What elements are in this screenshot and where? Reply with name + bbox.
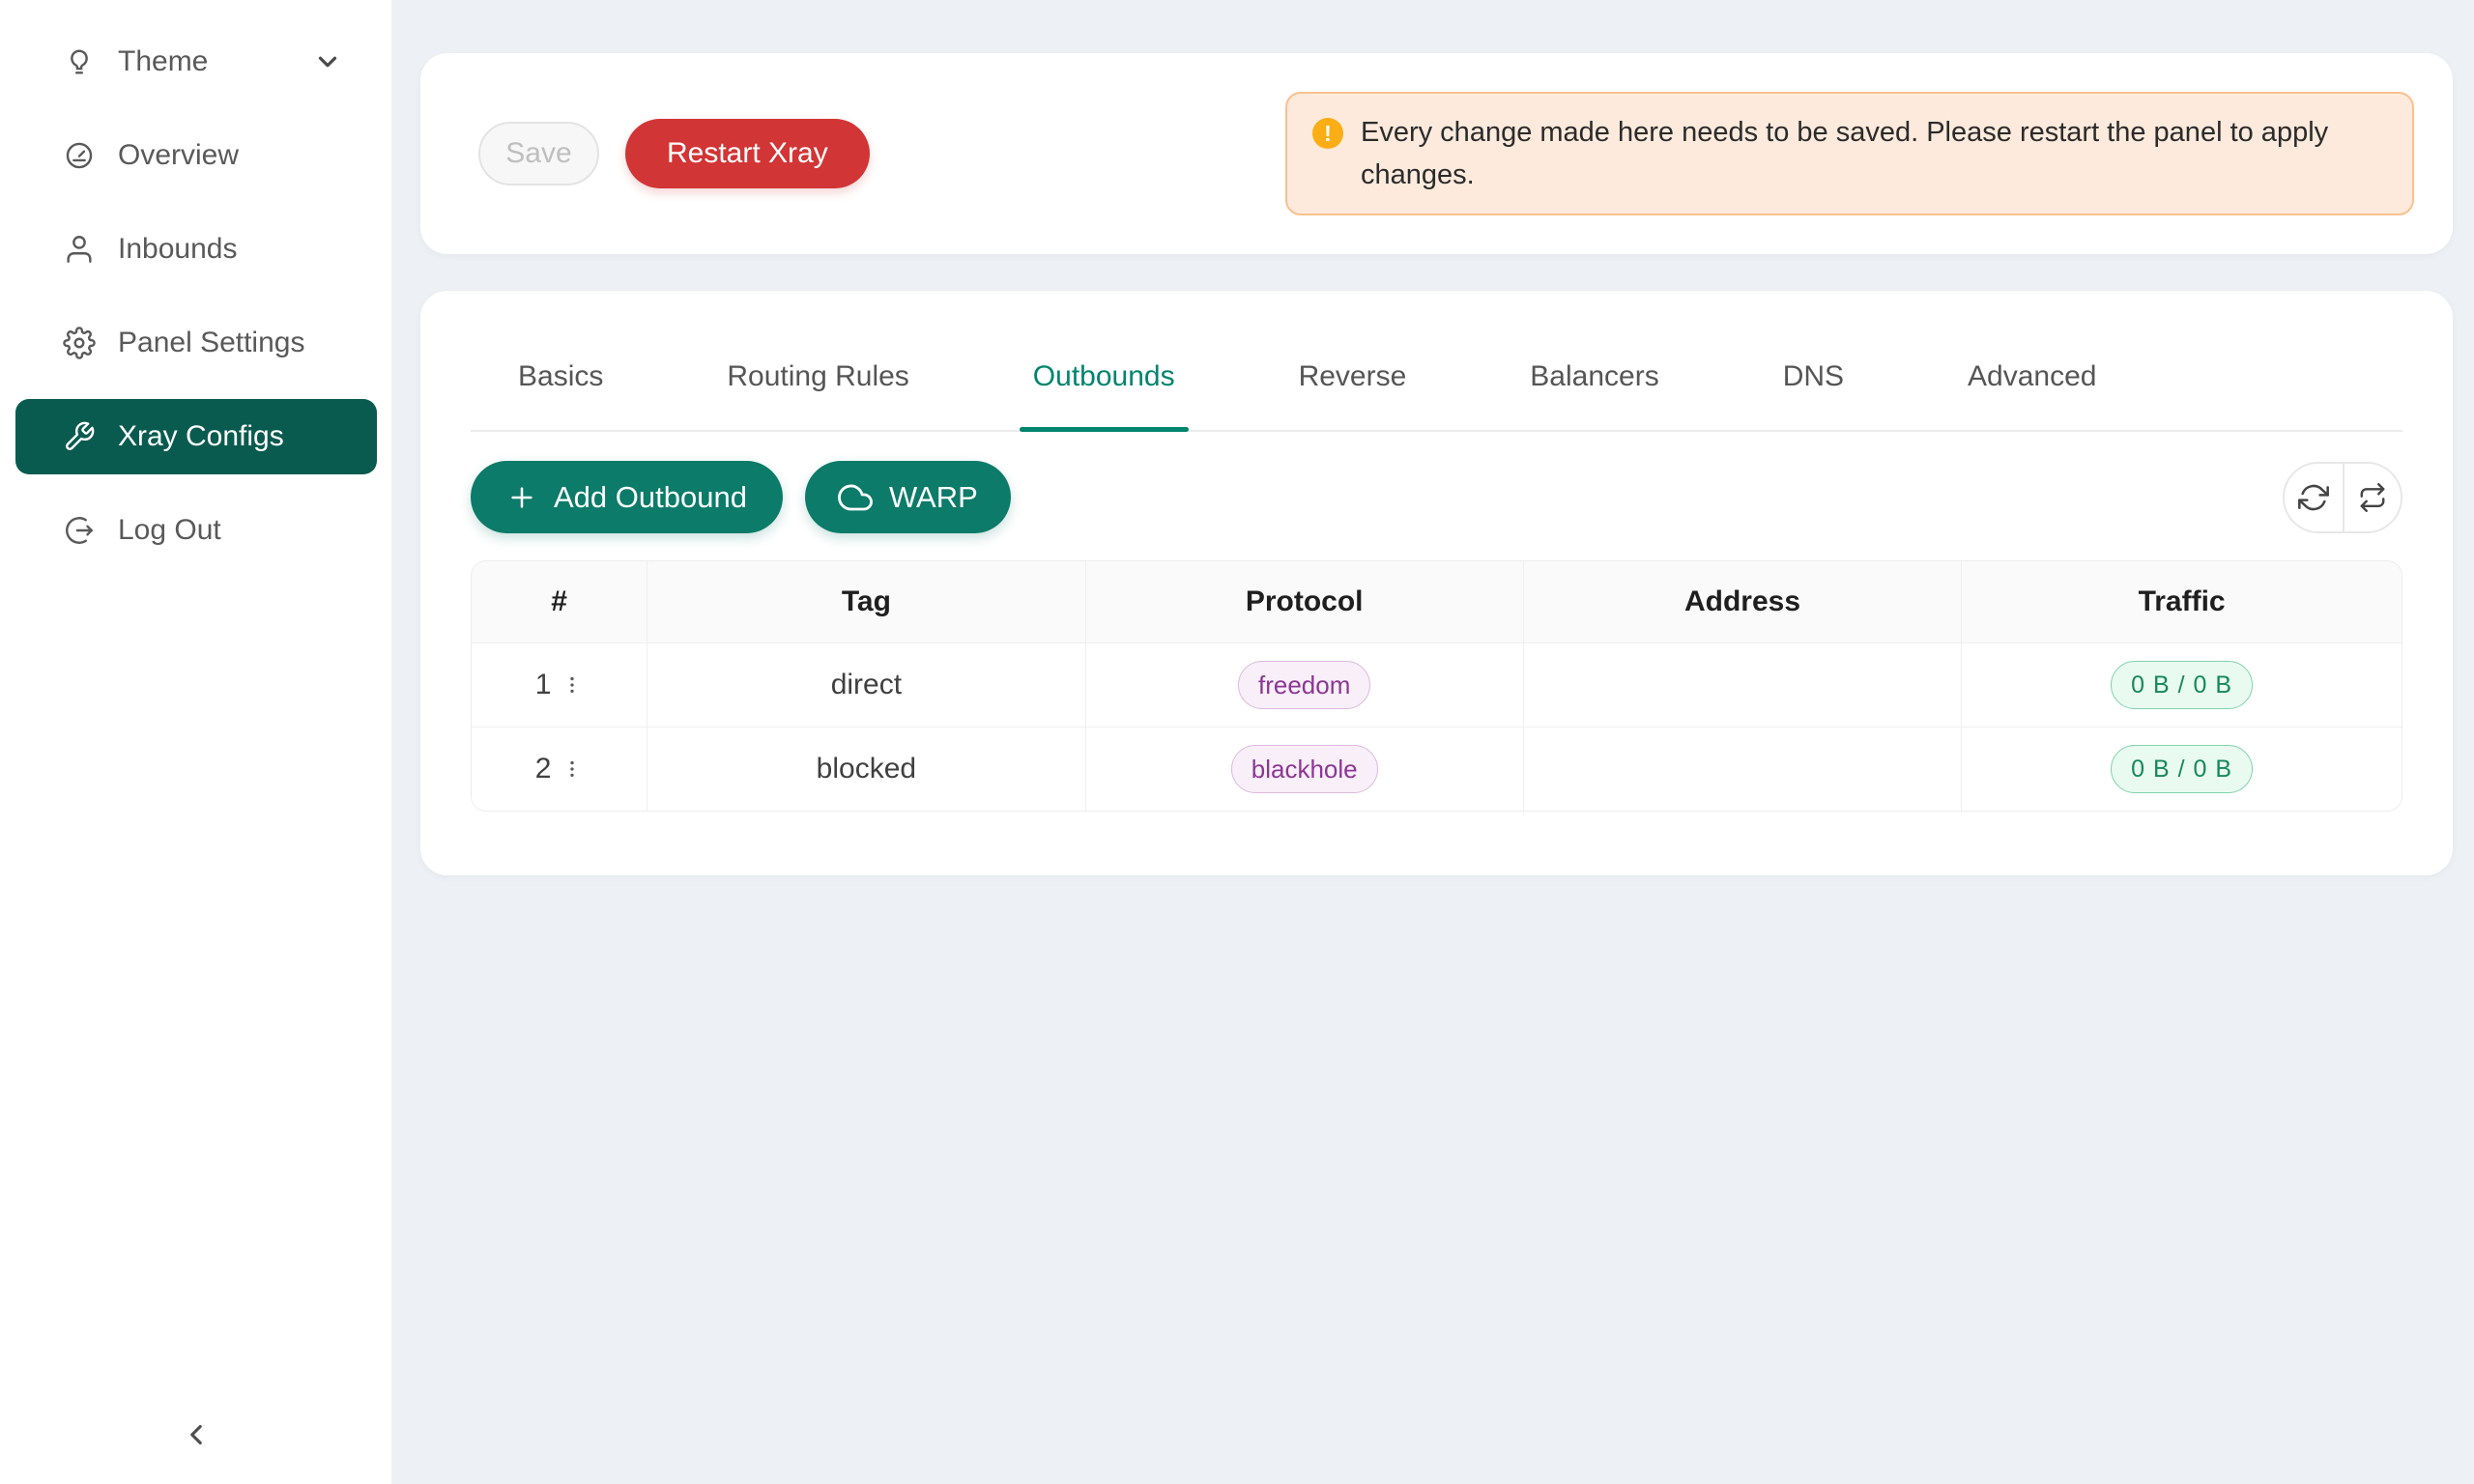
logout-icon: [63, 514, 96, 547]
traffic-badge: 0 B / 0 B: [2111, 661, 2253, 709]
column-header-address: Address: [1523, 561, 1961, 642]
kebab-icon: [561, 672, 583, 698]
add-outbound-label: Add Outbound: [554, 480, 747, 515]
tab-balancers[interactable]: Balancers: [1516, 360, 1672, 430]
sidebar-item-xray-configs[interactable]: Xray Configs: [15, 399, 377, 474]
main-content: Save Restart Xray ! Every change made he…: [391, 0, 2474, 1484]
kebab-icon: [561, 756, 583, 782]
sidebar-item-overview[interactable]: Overview: [15, 118, 377, 193]
warp-button[interactable]: WARP: [805, 461, 1011, 533]
cell-address: [1523, 727, 1961, 811]
cell-tag: direct: [647, 642, 1085, 727]
tab-dns[interactable]: DNS: [1769, 360, 1857, 430]
row-menu-button[interactable]: [561, 672, 583, 698]
wrench-icon: [63, 420, 96, 453]
xray-configs-card: Basics Routing Rules Outbounds Reverse B…: [420, 291, 2453, 875]
sidebar-item-theme[interactable]: Theme: [15, 24, 377, 100]
repeat-button[interactable]: [2343, 464, 2401, 531]
cell-address: [1523, 642, 1961, 727]
repeat-icon: [2358, 483, 2387, 512]
table-row: 2 blocked blackhole 0 B / 0 B: [472, 727, 2402, 811]
column-header-traffic: Traffic: [1962, 561, 2402, 642]
row-index: 2: [535, 753, 552, 785]
sidebar: Theme Overview Inbounds Panel Settings X…: [0, 0, 391, 1484]
sidebar-item-log-out[interactable]: Log Out: [15, 493, 377, 568]
sidebar-item-inbounds[interactable]: Inbounds: [15, 212, 377, 287]
table-tools-group: [2283, 462, 2402, 533]
sidebar-item-label: Inbounds: [118, 233, 237, 266]
protocol-badge: freedom: [1238, 661, 1370, 709]
restart-xray-button[interactable]: Restart Xray: [625, 119, 870, 188]
alert-text: Every change made here needs to be saved…: [1361, 111, 2387, 196]
cell-tag: blocked: [647, 727, 1085, 811]
table-header-row: # Tag Protocol Address Traffic: [472, 561, 2402, 642]
column-header-index: #: [472, 561, 647, 642]
column-header-protocol: Protocol: [1085, 561, 1523, 642]
column-header-tag: Tag: [647, 561, 1085, 642]
dashboard-icon: [63, 139, 96, 172]
protocol-badge: blackhole: [1231, 745, 1378, 793]
lightbulb-icon: [63, 45, 96, 78]
sidebar-item-panel-settings[interactable]: Panel Settings: [15, 305, 377, 381]
user-icon: [63, 233, 96, 266]
tab-routing-rules[interactable]: Routing Rules: [713, 360, 922, 430]
warp-label: WARP: [889, 480, 978, 515]
sidebar-item-label: Overview: [118, 139, 239, 172]
row-menu-button[interactable]: [561, 756, 583, 782]
sidebar-item-label: Log Out: [118, 514, 221, 547]
outbounds-table: # Tag Protocol Address Traffic 1: [471, 560, 2402, 812]
chevron-left-icon: [180, 1418, 213, 1451]
refresh-button[interactable]: [2285, 464, 2343, 531]
traffic-badge: 0 B / 0 B: [2111, 745, 2253, 793]
tab-outbounds[interactable]: Outbounds: [1020, 360, 1189, 430]
sidebar-item-label: Theme: [118, 45, 208, 78]
toolbar-card: Save Restart Xray ! Every change made he…: [420, 53, 2453, 254]
save-button[interactable]: Save: [478, 122, 599, 186]
sidebar-item-label: Xray Configs: [118, 420, 284, 453]
warning-icon: !: [1312, 118, 1343, 149]
chevron-down-icon: [313, 47, 342, 76]
tab-basics[interactable]: Basics: [504, 360, 617, 430]
gear-icon: [63, 327, 96, 359]
add-outbound-button[interactable]: Add Outbound: [471, 461, 783, 533]
sidebar-item-label: Panel Settings: [118, 327, 304, 359]
plus-icon: [506, 482, 537, 513]
tab-bar: Basics Routing Rules Outbounds Reverse B…: [471, 360, 2402, 432]
tab-reverse[interactable]: Reverse: [1285, 360, 1421, 430]
refresh-icon: [2298, 482, 2329, 513]
restart-warning-alert: ! Every change made here needs to be sav…: [1285, 92, 2414, 215]
cloud-icon: [838, 480, 873, 515]
row-index: 1: [535, 669, 552, 701]
sidebar-collapse-button[interactable]: [173, 1412, 219, 1458]
tab-advanced[interactable]: Advanced: [1954, 360, 2110, 430]
table-row: 1 direct freedom 0 B / 0 B: [472, 642, 2402, 727]
actions-row: Add Outbound WARP: [471, 461, 2402, 533]
